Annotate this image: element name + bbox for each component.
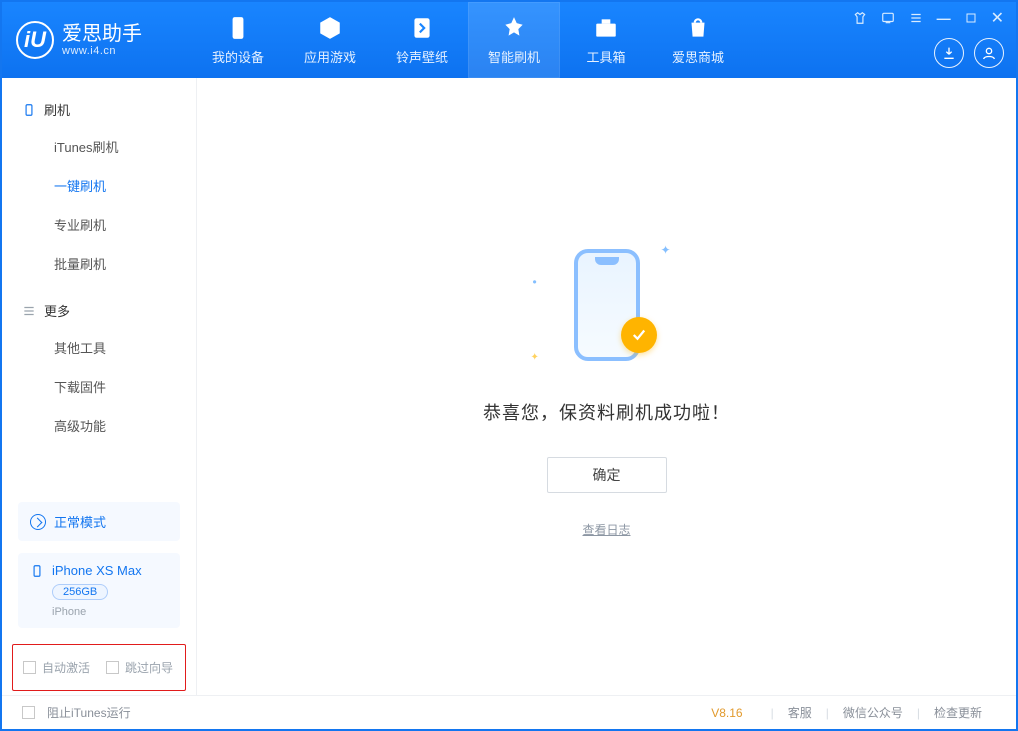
check-update-link[interactable]: 检查更新	[920, 704, 996, 721]
wechat-link[interactable]: 微信公众号	[829, 704, 917, 721]
sparkle-icon: •	[533, 275, 537, 289]
header: iU 爱思助手 www.i4.cn 我的设备 应用游戏 铃声壁纸 智能刷机	[2, 2, 1016, 78]
sparkle-icon: ✦	[660, 243, 670, 257]
phone-small-icon	[30, 564, 44, 578]
brand: iU 爱思助手 www.i4.cn	[2, 2, 192, 78]
header-tabs: 我的设备 应用游戏 铃声壁纸 智能刷机 工具箱 爱思商城	[192, 2, 744, 78]
success-message: 恭喜您，保资料刷机成功啦！	[483, 399, 730, 425]
phone-outline-icon	[22, 103, 36, 117]
header-right: — ✕	[853, 2, 1016, 78]
checkbox-icon	[106, 661, 119, 674]
block-itunes-checkbox[interactable]: 阻止iTunes运行	[22, 704, 131, 721]
sidebar-group-label: 更多	[44, 301, 70, 320]
sidebar-group-label: 刷机	[44, 100, 70, 119]
sidebar-item-pro-flash[interactable]: 专业刷机	[2, 205, 196, 244]
ok-button[interactable]: 确定	[547, 457, 667, 493]
tab-shop[interactable]: 爱思商城	[652, 2, 744, 78]
mode-label: 正常模式	[54, 512, 106, 531]
device-capacity-badge: 256GB	[52, 584, 108, 600]
tab-my-device[interactable]: 我的设备	[192, 2, 284, 78]
tshirt-icon[interactable]	[853, 11, 867, 25]
sidebar-item-advanced[interactable]: 高级功能	[2, 406, 196, 445]
sidebar-item-download-firmware[interactable]: 下载固件	[2, 367, 196, 406]
list-icon	[22, 304, 36, 318]
block-itunes-label: 阻止iTunes运行	[47, 704, 131, 721]
feedback-icon[interactable]	[881, 11, 895, 25]
brand-subtitle: www.i4.cn	[62, 45, 142, 57]
download-icon	[941, 45, 957, 61]
check-badge-icon	[621, 317, 657, 353]
main-content: ✦ ✦ • 恭喜您，保资料刷机成功啦！ 确定 查看日志	[197, 78, 1016, 695]
device-icon	[225, 15, 251, 41]
sparkle-icon: ✦	[531, 352, 539, 363]
skip-guide-checkbox[interactable]: 跳过向导	[106, 659, 173, 676]
tab-flash[interactable]: 智能刷机	[468, 2, 560, 78]
statusbar: 阻止iTunes运行 V8.16 | 客服 | 微信公众号 | 检查更新	[2, 695, 1016, 729]
tab-label: 应用游戏	[304, 47, 356, 66]
highlighted-options: 自动激活 跳过向导	[12, 644, 186, 691]
customer-service-link[interactable]: 客服	[774, 704, 826, 721]
device-name: iPhone XS Max	[52, 563, 142, 578]
version-label: V8.16	[711, 706, 742, 720]
app-window: iU 爱思助手 www.i4.cn 我的设备 应用游戏 铃声壁纸 智能刷机	[0, 0, 1018, 731]
device-mode-card[interactable]: 正常模式	[18, 502, 180, 541]
tab-apps[interactable]: 应用游戏	[284, 2, 376, 78]
tab-toolbox[interactable]: 工具箱	[560, 2, 652, 78]
device-card[interactable]: iPhone XS Max 256GB iPhone	[18, 553, 180, 628]
device-type: iPhone	[52, 606, 168, 618]
menu-icon[interactable]	[909, 11, 923, 25]
user-icon	[981, 45, 997, 61]
body: 刷机 iTunes刷机 一键刷机 专业刷机 批量刷机 更多 其他工具 下载固件 …	[2, 78, 1016, 695]
download-button[interactable]	[934, 38, 964, 68]
sidebar-item-itunes-flash[interactable]: iTunes刷机	[2, 127, 196, 166]
user-button[interactable]	[974, 38, 1004, 68]
sidebar-group-more[interactable]: 更多	[2, 293, 196, 328]
sidebar-group-flash[interactable]: 刷机	[2, 92, 196, 127]
window-controls-row: — ✕	[853, 8, 1004, 28]
sidebar: 刷机 iTunes刷机 一键刷机 专业刷机 批量刷机 更多 其他工具 下载固件 …	[2, 78, 197, 695]
maximize-button[interactable]	[965, 12, 977, 24]
auto-activate-label: 自动激活	[42, 659, 90, 676]
toolbox-icon	[593, 15, 619, 41]
tab-label: 智能刷机	[488, 47, 540, 66]
checkbox-icon	[23, 661, 36, 674]
close-button[interactable]: ✕	[991, 8, 1004, 28]
view-log-link[interactable]: 查看日志	[582, 521, 630, 538]
apps-icon	[317, 15, 343, 41]
brand-title: 爱思助手	[62, 23, 142, 45]
checkbox-icon	[22, 706, 35, 719]
sidebar-item-other-tools[interactable]: 其他工具	[2, 328, 196, 367]
status-links: | 客服 | 微信公众号 | 检查更新	[771, 704, 996, 721]
sync-icon	[30, 514, 46, 530]
tab-label: 铃声壁纸	[396, 47, 448, 66]
skip-guide-label: 跳过向导	[125, 659, 173, 676]
shop-icon	[685, 15, 711, 41]
flash-icon	[501, 15, 527, 41]
sidebar-item-batch-flash[interactable]: 批量刷机	[2, 244, 196, 283]
brand-logo-icon: iU	[16, 21, 54, 59]
tab-label: 爱思商城	[672, 47, 724, 66]
auto-activate-checkbox[interactable]: 自动激活	[23, 659, 90, 676]
success-illustration: ✦ ✦ •	[537, 235, 677, 375]
minimize-button[interactable]: —	[937, 10, 951, 26]
tab-ringtone[interactable]: 铃声壁纸	[376, 2, 468, 78]
tab-label: 我的设备	[212, 47, 264, 66]
tab-label: 工具箱	[586, 47, 625, 66]
sidebar-item-oneclick-flash[interactable]: 一键刷机	[2, 166, 196, 205]
ringtone-icon	[409, 15, 435, 41]
